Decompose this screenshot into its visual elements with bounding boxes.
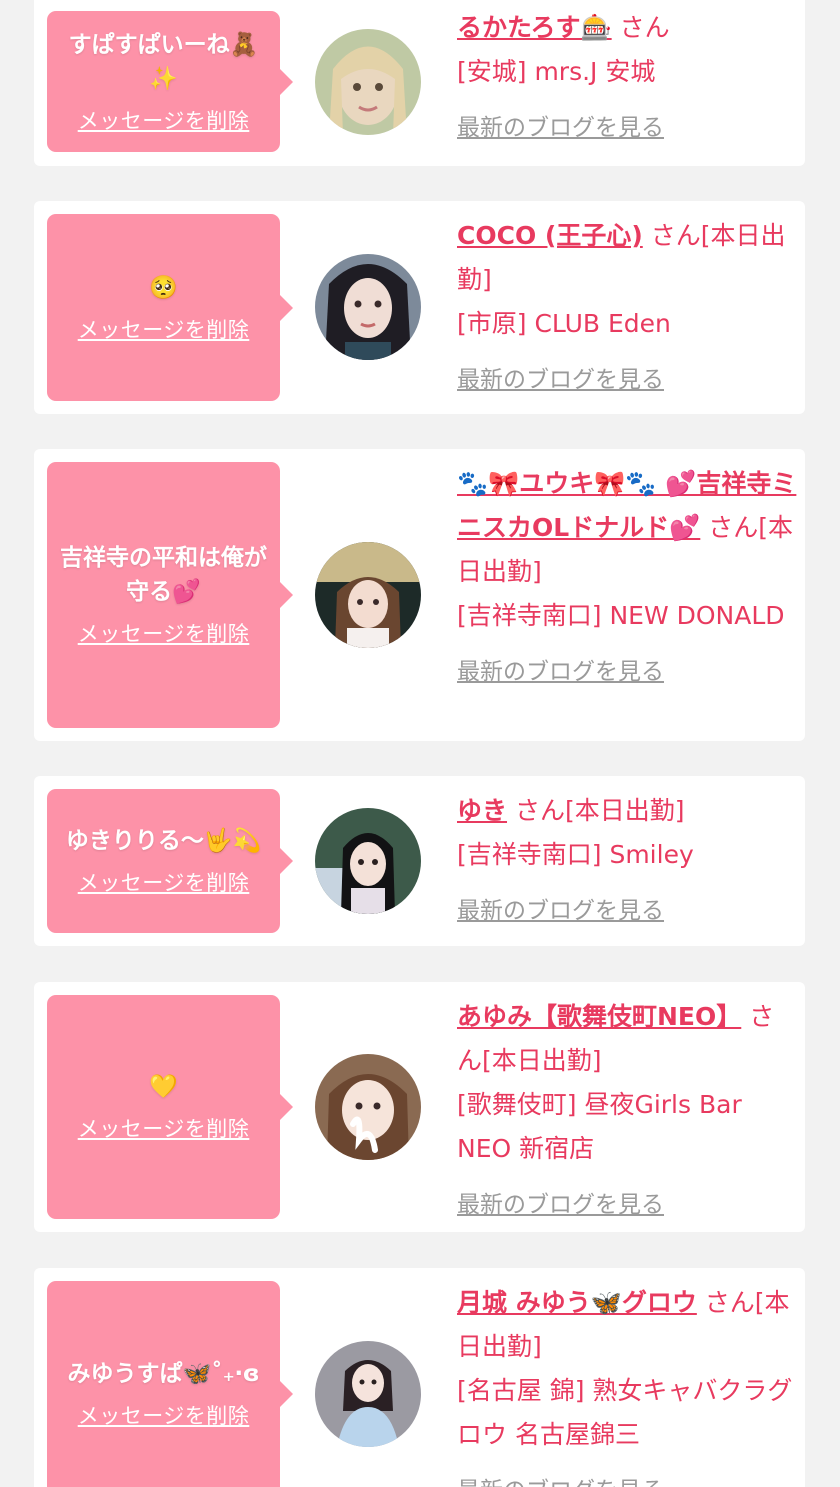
cast-info: るかたろす🎰 さん [安城] mrs.J 安城 最新のブログを見る <box>457 6 797 150</box>
latest-blog-link[interactable]: 最新のブログを見る <box>457 1469 797 1487</box>
message-card: ゆきりりる〜🤟💫 メッセージを削除 ゆき さん[本日出勤] [吉祥寺南口] Sm… <box>34 776 805 946</box>
message-text: 🥺 <box>149 274 178 301</box>
cast-name-link[interactable]: COCO (王子心) <box>457 221 643 250</box>
message-bubble: ゆきりりる〜🤟💫 メッセージを削除 <box>47 789 293 933</box>
delete-message-link[interactable]: メッセージを削除 <box>78 1114 250 1144</box>
cast-suffix: さん <box>619 13 670 42</box>
message-bubble: 吉祥寺の平和は俺が守る💕 メッセージを削除 <box>47 462 293 728</box>
shop-name: [歌舞伎町] 昼夜Girls Bar NEO 新宿店 <box>457 1090 742 1163</box>
message-text: 💛 <box>149 1074 178 1100</box>
delete-message-link[interactable]: メッセージを削除 <box>78 106 250 136</box>
cast-name-link[interactable]: るかたろす🎰 <box>457 13 612 42</box>
shop-name: [市原] CLUB Eden <box>457 309 671 338</box>
cast-info: COCO (王子心) さん[本日出勤] [市原] CLUB Eden 最新のブロ… <box>457 214 797 402</box>
avatar-photo-icon <box>315 542 421 648</box>
message-bubble: 🥺 メッセージを削除 <box>47 214 293 401</box>
avatar[interactable] <box>315 254 421 360</box>
latest-blog-link[interactable]: 最新のブログを見る <box>457 106 797 150</box>
cast-name-link[interactable]: 月城 みゆう🦋グロウ <box>457 1288 697 1317</box>
delete-message-link[interactable]: メッセージを削除 <box>78 619 250 649</box>
latest-blog-link[interactable]: 最新のブログを見る <box>457 650 797 694</box>
avatar[interactable] <box>315 1341 421 1447</box>
message-card: すぱすぱいーね🧸✨ メッセージを削除 るかたろす🎰 さん [安城] mrs.J … <box>34 0 805 166</box>
shop-name: [吉祥寺南口] NEW DONALD <box>457 601 785 630</box>
cast-name-link[interactable]: ゆき <box>457 796 507 825</box>
shop-name: [吉祥寺南口] Smiley <box>457 840 694 869</box>
cast-name-link[interactable]: あゆみ【歌舞伎町NEO】 <box>457 1002 741 1031</box>
message-text: みゆうすぱ🦋˚₊‧ɞ <box>67 1361 260 1387</box>
latest-blog-link[interactable]: 最新のブログを見る <box>457 358 797 402</box>
avatar[interactable] <box>315 542 421 648</box>
latest-blog-link[interactable]: 最新のブログを見る <box>457 889 797 933</box>
delete-message-link[interactable]: メッセージを削除 <box>78 315 250 345</box>
latest-blog-link[interactable]: 最新のブログを見る <box>457 1183 797 1227</box>
message-text: ゆきりりる〜🤟💫 <box>65 828 262 854</box>
cast-info: あゆみ【歌舞伎町NEO】 さん[本日出勤] [歌舞伎町] 昼夜Girls Bar… <box>457 995 797 1227</box>
avatar-photo-icon <box>315 1341 421 1447</box>
message-bubble: 💛 メッセージを削除 <box>47 995 293 1219</box>
delete-message-link[interactable]: メッセージを削除 <box>78 1401 250 1431</box>
message-bubble: みゆうすぱ🦋˚₊‧ɞ メッセージを削除 <box>47 1281 293 1487</box>
avatar-photo-icon <box>315 808 421 914</box>
message-card: 🥺 メッセージを削除 COCO (王子心) さん[本日出勤] [市原] CLUB… <box>34 201 805 414</box>
message-text: すぱすぱいーね🧸✨ <box>68 31 259 92</box>
shop-name: [名古屋 錦] 熟女キャバクラグロウ 名古屋錦三 <box>457 1376 793 1449</box>
message-card: みゆうすぱ🦋˚₊‧ɞ メッセージを削除 月城 みゆう🦋グロウ さん[本日出勤] … <box>34 1268 805 1487</box>
message-card: 吉祥寺の平和は俺が守る💕 メッセージを削除 🐾🎀ユウキ🎀🐾 💕吉祥寺ミニスカOL… <box>34 449 805 741</box>
cast-info: 月城 みゆう🦋グロウ さん[本日出勤] [名古屋 錦] 熟女キャバクラグロウ 名… <box>457 1281 797 1487</box>
avatar[interactable] <box>315 29 421 135</box>
cast-suffix: さん[本日出勤] <box>514 796 685 825</box>
message-card: 💛 メッセージを削除 あゆみ【歌舞伎町NEO】 さん[本日出勤] [歌舞伎町] … <box>34 982 805 1232</box>
message-bubble: すぱすぱいーね🧸✨ メッセージを削除 <box>47 11 293 152</box>
avatar-photo-icon <box>315 29 421 135</box>
message-text: 吉祥寺の平和は俺が守る💕 <box>60 545 267 605</box>
cast-info: ゆき さん[本日出勤] [吉祥寺南口] Smiley 最新のブログを見る <box>457 789 797 933</box>
delete-message-link[interactable]: メッセージを削除 <box>78 868 250 898</box>
avatar-photo-icon <box>315 1054 421 1160</box>
avatar[interactable] <box>315 1054 421 1160</box>
message-list: すぱすぱいーね🧸✨ メッセージを削除 るかたろす🎰 さん [安城] mrs.J … <box>0 0 840 1487</box>
shop-name: [安城] mrs.J 安城 <box>457 57 656 86</box>
avatar[interactable] <box>315 808 421 914</box>
avatar-photo-icon <box>315 254 421 360</box>
cast-info: 🐾🎀ユウキ🎀🐾 💕吉祥寺ミニスカOLドナルド💕 さん[本日出勤] [吉祥寺南口]… <box>457 462 797 694</box>
